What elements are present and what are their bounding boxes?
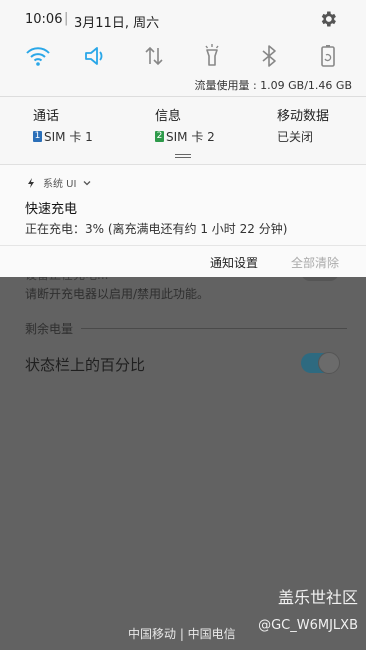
chevron-down-icon[interactable] xyxy=(82,178,92,188)
notification-source: 系统 UI xyxy=(25,175,92,190)
notification-source-label: 系统 UI xyxy=(43,179,77,190)
notification-body: 正在充电：3% (离充满电还有约 1 小时 22 分钟) xyxy=(25,222,288,236)
date: 3月11日, 周六 xyxy=(74,16,160,31)
mobile-data-setting[interactable]: 移动数据 已关闭 xyxy=(277,105,329,145)
section-header-remaining-battery: 剩余电量 xyxy=(25,320,347,337)
quick-settings-row xyxy=(0,42,366,72)
divider xyxy=(0,96,366,97)
watermark-user: @GC_W6MJLXB xyxy=(258,618,358,633)
date-separator: | xyxy=(64,11,69,26)
bluetooth-icon[interactable] xyxy=(255,42,283,70)
toggle-knob xyxy=(318,352,340,374)
battery-percentage-toggle[interactable] xyxy=(301,352,340,374)
battery-percentage-setting-label[interactable]: 状态栏上的百分比 xyxy=(25,354,145,375)
sim-call-label: 通话 xyxy=(33,109,60,124)
notification-title: 快速充电 xyxy=(25,202,78,217)
flashlight-icon[interactable] xyxy=(198,42,226,70)
sim-message-setting[interactable]: 信息 2 SIM 卡 2 xyxy=(155,105,215,145)
section-header-label: 剩余电量 xyxy=(25,322,74,336)
panel-drag-handle[interactable] xyxy=(175,154,191,159)
notification-card[interactable]: 系统 UI 快速充电 正在充电：3% (离充满电还有约 1 小时 22 分钟) … xyxy=(0,164,366,277)
volume-icon[interactable] xyxy=(81,42,109,70)
data-usage-text: 流量使用量 : 1.09 GB/1.46 GB xyxy=(194,79,352,92)
sim-message-label: 信息 xyxy=(155,109,182,124)
auto-rotate-icon[interactable] xyxy=(314,42,342,70)
section-divider xyxy=(81,328,347,329)
mobile-data-icon[interactable] xyxy=(140,42,168,70)
sim-1-badge: 1 xyxy=(33,131,42,142)
notification-settings-button[interactable]: 通知设置 xyxy=(210,254,258,271)
charger-hint-text: 请断开充电器以启用/禁用此功能。 xyxy=(25,287,210,301)
notification-panel: 10:06 | 3月11日, 周六 流量使用量: 1.09 GB/1.46 G… xyxy=(0,0,366,277)
gear-icon[interactable] xyxy=(318,9,338,29)
clear-all-button[interactable]: 全部清除 xyxy=(291,254,339,271)
sim-2-badge: 2 xyxy=(155,131,164,142)
sim-call-setting[interactable]: 通话 1 SIM 卡 1 xyxy=(33,105,93,145)
lightning-icon xyxy=(28,177,34,188)
mobile-data-value: 已关闭 xyxy=(277,130,314,144)
wifi-icon[interactable] xyxy=(24,42,52,70)
carrier-label: 中国移动 | 中国电信 xyxy=(128,627,236,641)
divider xyxy=(0,245,366,246)
sim-call-value: SIM 卡 1 xyxy=(44,130,93,144)
sim-settings-row: 通话 1 SIM 卡 1 信息 2 SIM 卡 2 移动数据 已关闭 xyxy=(0,105,366,145)
clock: 10:06 xyxy=(25,12,63,27)
watermark-logo: 盖乐世社区 xyxy=(277,588,358,607)
mobile-data-label: 移动数据 xyxy=(277,109,330,124)
sim-message-value: SIM 卡 2 xyxy=(166,130,215,144)
